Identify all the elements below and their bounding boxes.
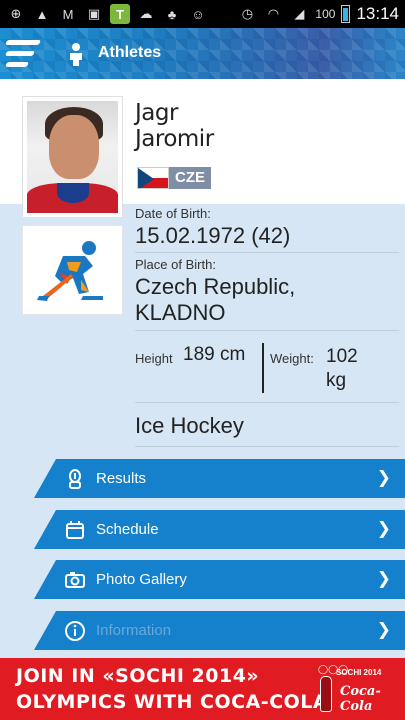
photo-gallery-button[interactable]: Photo Gallery ❯	[34, 560, 405, 599]
czech-flag-icon	[137, 167, 169, 189]
talk-notification-icon: T	[110, 4, 130, 24]
athlete-first-name: Jaromir	[135, 126, 214, 152]
clock: 13:14	[356, 4, 399, 23]
ad-line2: OLYMPICS WITH COCA-COLA	[16, 691, 329, 713]
ice-hockey-icon	[37, 241, 103, 301]
pob-label: Place of Birth:	[135, 257, 216, 272]
battery-icon	[341, 5, 351, 23]
height-value: 189 cm	[183, 344, 246, 365]
sport-pictogram	[22, 225, 123, 315]
divider	[135, 446, 399, 447]
dob-label: Date of Birth:	[135, 206, 211, 221]
ad-banner[interactable]: JOIN IN «SOCHI 2014» OLYMPICS WITH COCA-…	[0, 658, 405, 720]
app-header: Athletes	[0, 28, 405, 79]
vertical-separator	[262, 343, 264, 393]
person-icon	[70, 43, 82, 66]
pob-value-line2: KLADNO	[135, 300, 226, 325]
alarm-icon: ◷	[241, 6, 254, 21]
schedule-button[interactable]: Schedule ❯	[34, 510, 405, 549]
schedule-label: Schedule	[96, 521, 159, 538]
chevron-right-icon: ❯	[376, 569, 391, 588]
height-label: Height	[135, 351, 173, 366]
country-code: CZE	[169, 167, 211, 189]
chevron-right-icon: ❯	[376, 620, 391, 639]
wifi-icon: ◠	[267, 6, 280, 21]
header-pattern	[0, 28, 405, 79]
athlete-name: Jagr Jaromir	[135, 100, 214, 152]
android-notification-icon: ☺	[191, 6, 205, 22]
weight-value: 102	[326, 346, 358, 367]
information-button[interactable]: Information ❯	[34, 611, 405, 650]
app2-notification-icon: ♣	[167, 6, 177, 22]
info-icon	[65, 621, 85, 641]
athlete-last-name: Jagr	[135, 100, 178, 126]
results-button[interactable]: Results ❯	[34, 459, 405, 498]
battery-level: 100	[315, 7, 336, 21]
information-label: Information	[96, 622, 172, 639]
ad-event-label: SOCHI 2014	[336, 668, 382, 677]
bottle-icon	[320, 676, 332, 712]
divider	[135, 330, 399, 331]
app-notification-icon: ▣	[87, 6, 101, 21]
chevron-right-icon: ❯	[376, 468, 391, 487]
country-badge: CZE	[137, 167, 211, 189]
athlete-photo	[22, 96, 123, 218]
results-label: Results	[96, 470, 147, 487]
pob-value-line1: Czech Republic,	[135, 274, 296, 299]
page-title: Athletes	[98, 44, 162, 61]
medal-icon	[69, 469, 81, 489]
ad-line1: JOIN IN «SOCHI 2014»	[16, 665, 260, 687]
camera-icon	[65, 572, 85, 588]
signal-icon: ◢	[294, 6, 305, 21]
coca-cola-logo: ◯◯◯ SOCHI 2014 Coca-Cola	[318, 664, 398, 714]
divider	[135, 402, 399, 403]
status-bar: ⊕ ▲ M ▣ T ☁ ♣ ☺ ◷ ◠ ◢ 100 13:14	[0, 0, 405, 28]
dob-value: 15.02.1972 (42)	[135, 223, 291, 248]
chevron-right-icon: ❯	[376, 519, 391, 538]
gmail-notification-icon: M	[62, 6, 74, 22]
divider	[135, 252, 399, 253]
weight-label: Weight:	[270, 351, 314, 366]
sport-name: Ice Hockey	[135, 413, 244, 438]
menu-button[interactable]	[4, 38, 42, 70]
photo-gallery-label: Photo Gallery	[96, 571, 187, 588]
weight-unit: kg	[326, 370, 347, 391]
weather-notification-icon: ☁	[139, 6, 153, 21]
ad-brand: Coca-Cola	[340, 684, 381, 714]
gallery-notification-icon: ▲	[35, 6, 49, 22]
add-notification-icon: ⊕	[10, 6, 22, 21]
calendar-icon	[66, 521, 84, 539]
